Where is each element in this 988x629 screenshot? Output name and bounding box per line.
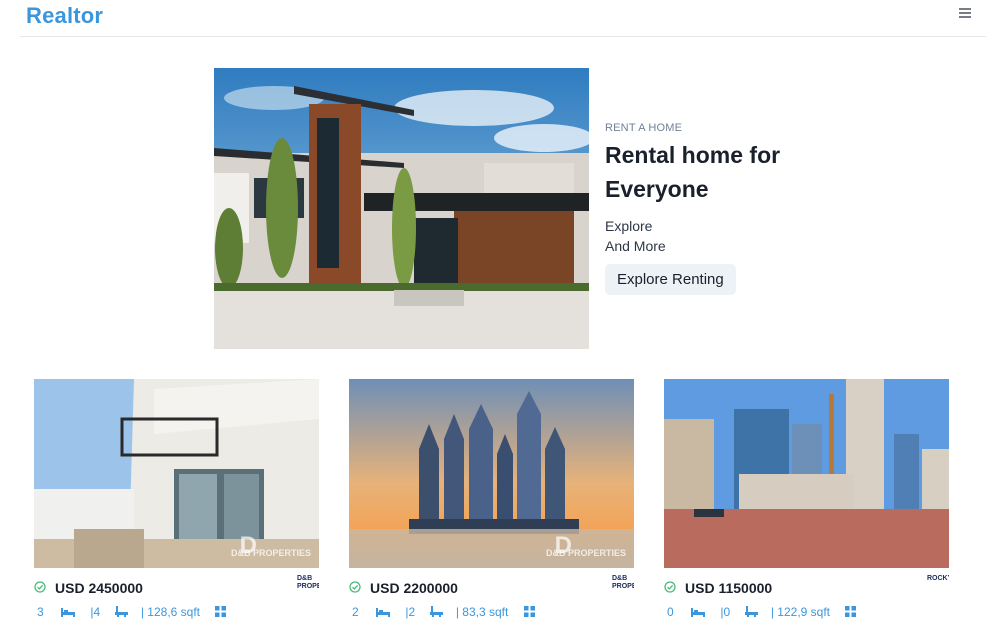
bath-icon (429, 605, 443, 617)
watermark-text: D&B PROPERTIES (230, 548, 311, 558)
listing-image[interactable] (664, 379, 949, 568)
listing-card[interactable]: D D&B PROPERTIES USD 2200000 D&B PROPERT… (349, 379, 634, 629)
hero-description: Explore And More (605, 216, 905, 256)
hero-title-line1: Rental home for (605, 142, 781, 168)
area-size: | 122,9 sqft (770, 604, 831, 619)
hero-desc-line2: And More (605, 238, 666, 254)
price-row: USD 1150000 ROCKY (664, 575, 949, 596)
area-size: | 83,3 sqft (455, 604, 509, 619)
rooms-count: 2 (352, 604, 359, 619)
listing-price: USD 1150000 (685, 580, 773, 596)
listing-meta: 3 |4 | 128,6 sqft (37, 604, 227, 619)
agency-logo: D&B PROPERTIES (297, 575, 319, 590)
listing-image[interactable]: D D&B PROPERTIES (349, 379, 634, 568)
hero-title: Rental home for Everyone (605, 138, 905, 206)
baths-count: |4 (90, 604, 101, 619)
grid-icon (845, 606, 857, 618)
listing-meta: 2 |2 | 83,3 sqft (352, 604, 535, 619)
bath-icon (114, 605, 128, 617)
agency-logo: D&B PROPERTIES (612, 575, 634, 590)
hero-text: RENT A HOME Rental home for Everyone Exp… (605, 122, 905, 295)
hero-title-line2: Everyone (605, 176, 709, 202)
bath-icon (744, 605, 758, 617)
baths-count: |0 (720, 604, 731, 619)
logo[interactable]: Realtor (26, 3, 103, 29)
listing-price: USD 2450000 (55, 580, 143, 596)
area-size: | 128,6 sqft (140, 604, 201, 619)
rooms-count: 0 (667, 604, 674, 619)
hero-eyebrow: RENT A HOME (605, 122, 683, 134)
baths-count: |2 (405, 604, 416, 619)
rooms-count: 3 (37, 604, 44, 619)
listing-card[interactable]: USD 1150000 ROCKY 0 |0 | 122,9 sqft (664, 379, 949, 629)
hamburger-menu-icon[interactable] (959, 8, 971, 18)
bed-icon (61, 607, 76, 617)
verified-icon (349, 581, 361, 593)
price-row: USD 2200000 D&B PROPERTIES (349, 575, 634, 596)
listing-meta: 0 |0 | 122,9 sqft (667, 604, 857, 619)
verified-icon (664, 581, 676, 593)
watermark-text: D&B PROPERTIES (545, 548, 626, 558)
listing-price: USD 2200000 (370, 580, 458, 596)
explore-renting-button[interactable]: Explore Renting (605, 264, 736, 295)
price-row: USD 2450000 D&B PROPERTIES (34, 575, 319, 596)
grid-icon (215, 606, 227, 618)
hero-desc-line1: Explore (605, 218, 653, 234)
verified-icon (34, 581, 46, 593)
listing-card[interactable]: D D&B PROPERTIES USD 2450000 D&B PROPERT… (34, 379, 319, 629)
grid-icon (523, 606, 535, 618)
hero-image (214, 68, 589, 349)
bed-icon (691, 607, 706, 617)
listing-image[interactable]: D D&B PROPERTIES (34, 379, 319, 568)
navbar: Realtor (20, 0, 986, 37)
agency-logo: ROCKY (927, 575, 949, 582)
bed-icon (376, 607, 391, 617)
